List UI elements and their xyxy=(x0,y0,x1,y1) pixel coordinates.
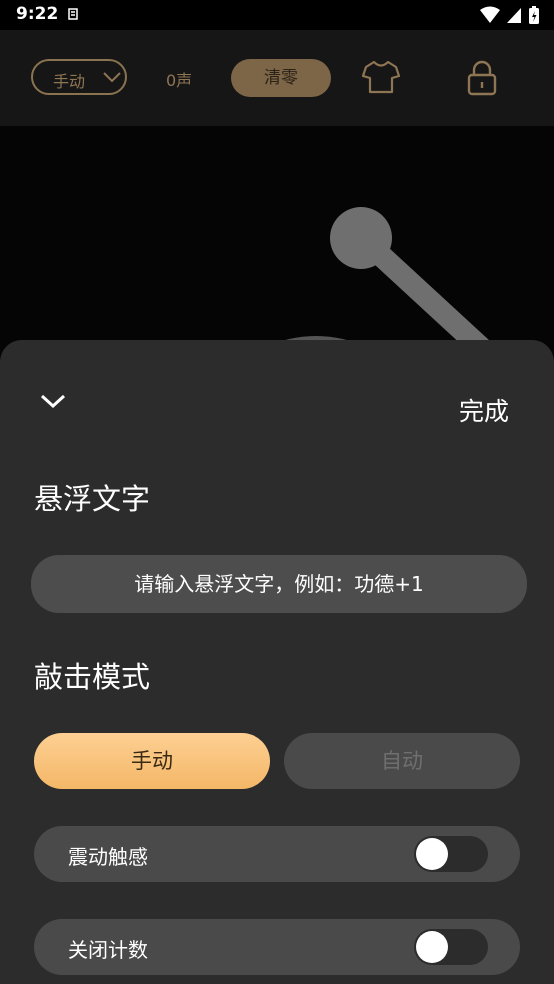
toggle-knob xyxy=(416,838,448,870)
lock-icon[interactable] xyxy=(466,60,498,96)
chevron-down-icon xyxy=(103,72,121,83)
system-icons xyxy=(480,5,540,25)
tap-count: 0声 xyxy=(166,71,193,90)
mode-manual-button[interactable]: 手动 xyxy=(34,733,270,789)
floating-text-input[interactable] xyxy=(31,555,527,613)
floating-text-title: 悬浮文字 xyxy=(34,482,151,516)
battery-icon xyxy=(529,6,539,24)
mode-dropdown[interactable]: 手动 xyxy=(31,59,127,95)
mallet-illustration xyxy=(248,207,498,366)
vibration-toggle[interactable] xyxy=(414,836,488,872)
toggle-knob xyxy=(416,931,448,963)
signal-icon xyxy=(507,8,521,23)
wifi-icon xyxy=(480,6,500,23)
tap-mode-title: 敲击模式 xyxy=(34,660,151,694)
done-button[interactable]: 完成 xyxy=(459,392,509,428)
mode-dropdown-label: 手动 xyxy=(53,72,86,91)
hide-count-setting-row: 关闭计数 xyxy=(34,919,520,975)
notification-icon xyxy=(68,8,78,20)
status-time: 9:22 xyxy=(16,4,59,24)
vibration-label: 震动触感 xyxy=(68,845,148,869)
hide-count-label: 关闭计数 xyxy=(68,938,148,962)
collapse-chevron-icon[interactable] xyxy=(38,390,68,412)
clear-button[interactable]: 清零 xyxy=(231,59,331,97)
woodfish-stage[interactable] xyxy=(0,126,554,366)
settings-sheet: 完成 悬浮文字 敲击模式 手动 自动 震动触感 关闭计数 xyxy=(0,340,554,984)
shirt-icon[interactable] xyxy=(362,60,400,94)
vibration-setting-row: 震动触感 xyxy=(34,826,520,882)
mode-auto-button[interactable]: 自动 xyxy=(284,733,520,789)
status-bar: 9:22 xyxy=(0,0,554,30)
hide-count-toggle[interactable] xyxy=(414,929,488,965)
